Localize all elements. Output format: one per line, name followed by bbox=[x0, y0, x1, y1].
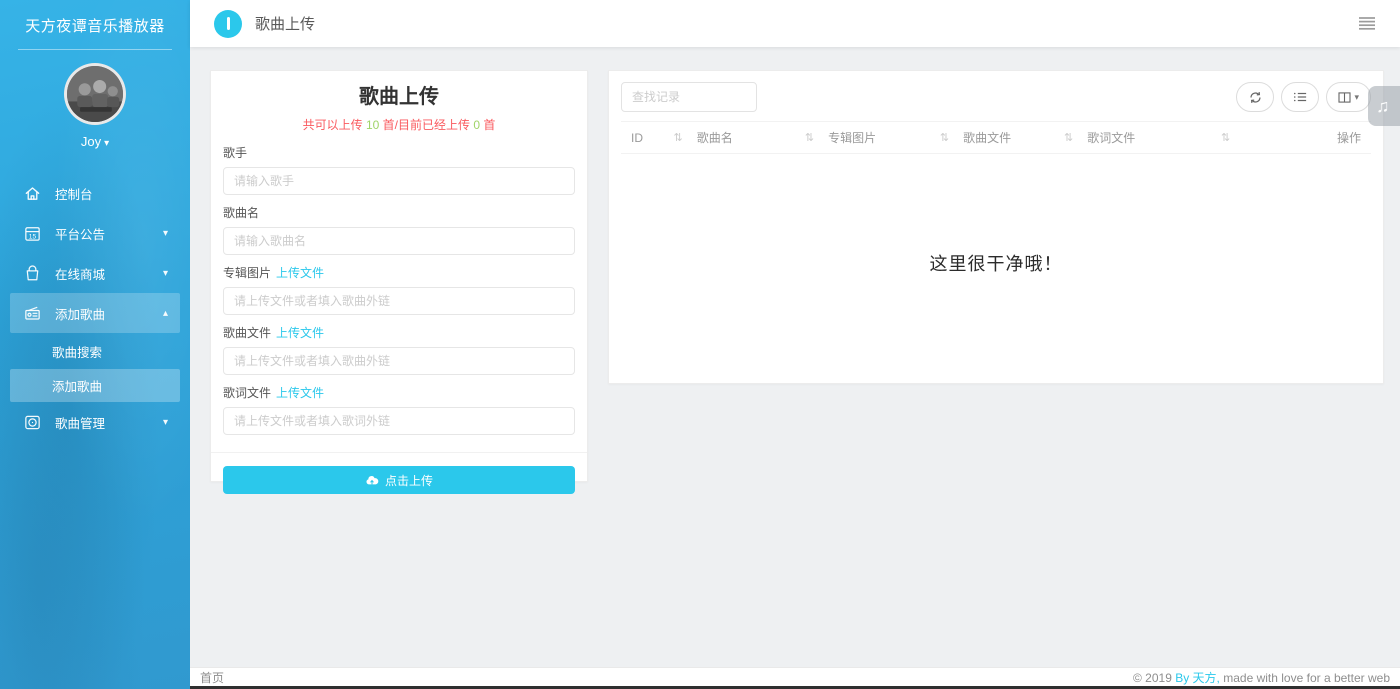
sort-icon: ⇅ bbox=[673, 131, 682, 144]
caret-down-icon: ▾ bbox=[163, 228, 168, 239]
avatar-image bbox=[67, 66, 123, 122]
refresh-button[interactable] bbox=[1236, 82, 1274, 112]
column-header-id[interactable]: ID⇅ bbox=[631, 129, 697, 146]
sort-icon: ⇅ bbox=[805, 131, 814, 144]
lyrics-file-input[interactable] bbox=[223, 407, 575, 435]
column-header-album-image[interactable]: 专辑图片⇅ bbox=[828, 129, 963, 146]
column-header-actions: 操作 bbox=[1244, 129, 1361, 146]
page-title: 歌曲上传 bbox=[255, 13, 1354, 34]
field-song-name: 歌曲名 bbox=[223, 206, 575, 255]
sidebar-nav: 控制台 15 平台公告 ▾ 在线商城 bbox=[0, 173, 190, 442]
refresh-icon bbox=[1249, 91, 1262, 104]
column-header-lyrics-file[interactable]: 歌词文件⇅ bbox=[1087, 129, 1244, 146]
field-label: 歌手 bbox=[223, 146, 247, 160]
home-icon bbox=[22, 183, 42, 203]
song-name-input[interactable] bbox=[223, 227, 575, 255]
sidebar-toggle-button[interactable] bbox=[214, 10, 242, 38]
upload-quota-text: 共可以上传 10 首/目前已经上传 0 首 bbox=[223, 116, 575, 133]
table-header-row: ID⇅ 歌曲名⇅ 专辑图片⇅ 歌曲文件⇅ 歌词文件⇅ 操作 bbox=[621, 121, 1371, 154]
sort-icon: ⇅ bbox=[940, 131, 949, 144]
sidebar-item-label: 平台公告 bbox=[55, 224, 163, 243]
field-label: 歌曲名 bbox=[223, 206, 259, 220]
empty-state-text: 这里很干净哦！ bbox=[621, 154, 1371, 372]
main-area: 歌曲上传 歌曲上传 共可以上传 10 首/目前已经上传 0 首 歌手 bbox=[190, 0, 1400, 689]
list-icon bbox=[1293, 91, 1307, 103]
song-file-input[interactable] bbox=[223, 347, 575, 375]
column-header-song-file[interactable]: 歌曲文件⇅ bbox=[963, 129, 1087, 146]
toggle-view-button[interactable] bbox=[1281, 82, 1319, 112]
form-divider bbox=[211, 452, 587, 453]
topbar-menu-button[interactable] bbox=[1354, 12, 1380, 35]
singer-input[interactable] bbox=[223, 167, 575, 195]
sidebar-item-label: 控制台 bbox=[55, 184, 168, 203]
sort-icon: ⇅ bbox=[1064, 131, 1073, 144]
upload-file-link[interactable]: 上传文件 bbox=[276, 326, 324, 340]
footer-author-link[interactable]: By 天方, bbox=[1175, 671, 1220, 685]
mini-player-toggle[interactable]: ♫ bbox=[1368, 86, 1400, 126]
svg-text:15: 15 bbox=[28, 233, 36, 240]
shop-bag-icon bbox=[22, 263, 42, 283]
topbar: 歌曲上传 bbox=[190, 0, 1400, 47]
sidebar-item-add-songs[interactable]: 添加歌曲 ▴ bbox=[10, 293, 180, 333]
caret-down-icon: ▾ bbox=[163, 268, 168, 279]
content-area: 歌曲上传 共可以上传 10 首/目前已经上传 0 首 歌手 歌曲名 专辑图片 上… bbox=[190, 47, 1400, 667]
columns-button[interactable]: ▾ bbox=[1326, 82, 1371, 112]
search-input[interactable] bbox=[621, 82, 757, 112]
field-lyrics-file: 歌词文件 上传文件 bbox=[223, 386, 575, 435]
sidebar-item-song-management[interactable]: 歌曲管理 ▾ bbox=[10, 402, 180, 442]
sidebar-item-announcements[interactable]: 15 平台公告 ▾ bbox=[10, 213, 180, 253]
column-header-song-name[interactable]: 歌曲名⇅ bbox=[697, 129, 828, 146]
table-toolbar: ▾ bbox=[621, 82, 1371, 112]
cloud-upload-icon bbox=[365, 475, 379, 486]
user-name: Joy bbox=[81, 134, 101, 149]
footer-home-link[interactable]: 首页 bbox=[200, 669, 224, 686]
upload-file-link[interactable]: 上传文件 bbox=[276, 266, 324, 280]
upload-submit-button[interactable]: 点击上传 bbox=[223, 466, 575, 494]
sidebar-divider bbox=[18, 49, 172, 50]
upload-form-card: 歌曲上传 共可以上传 10 首/目前已经上传 0 首 歌手 歌曲名 专辑图片 上… bbox=[210, 70, 588, 482]
caret-down-icon: ▾ bbox=[163, 417, 168, 428]
user-caret-icon: ▾ bbox=[104, 138, 109, 149]
footer: 首页 © 2019 By 天方, made with love for a be… bbox=[190, 667, 1400, 686]
field-singer: 歌手 bbox=[223, 146, 575, 195]
sidebar-item-label: 在线商城 bbox=[55, 264, 163, 283]
upload-file-link[interactable]: 上传文件 bbox=[276, 386, 324, 400]
field-album-image: 专辑图片 上传文件 bbox=[223, 266, 575, 315]
app-window: 天方夜谭音乐播放器 Joy▾ bbox=[0, 0, 1400, 689]
sidebar-item-console[interactable]: 控制台 bbox=[10, 173, 180, 213]
footer-copyright: © 2019 By 天方, made with love for a bette… bbox=[1133, 669, 1390, 686]
music-note-icon: ♫ bbox=[1376, 96, 1390, 117]
disc-icon bbox=[22, 412, 42, 432]
sidebar-item-label: 添加歌曲 bbox=[55, 304, 163, 323]
field-label: 专辑图片 bbox=[223, 266, 271, 280]
sidebar-item-label: 歌曲管理 bbox=[55, 413, 163, 432]
caret-up-icon: ▴ bbox=[163, 308, 168, 319]
sidebar: 天方夜谭音乐播放器 Joy▾ bbox=[0, 0, 190, 689]
calendar-icon: 15 bbox=[22, 223, 42, 243]
sidebar-subitem-add-song[interactable]: 添加歌曲 bbox=[10, 369, 180, 402]
sidebar-subitem-song-search[interactable]: 歌曲搜索 bbox=[10, 333, 180, 369]
quota-total: 10 bbox=[366, 118, 379, 132]
sidebar-item-mall[interactable]: 在线商城 ▾ bbox=[10, 253, 180, 293]
sidebar-subitem-label: 歌曲搜索 bbox=[52, 342, 102, 361]
avatar[interactable] bbox=[64, 63, 126, 125]
sidebar-subitem-label: 添加歌曲 bbox=[52, 376, 102, 395]
columns-icon bbox=[1338, 92, 1351, 103]
app-title: 天方夜谭音乐播放器 bbox=[0, 0, 190, 49]
hamburger-icon bbox=[1358, 16, 1376, 31]
field-label: 歌曲文件 bbox=[223, 326, 271, 340]
field-song-file: 歌曲文件 上传文件 bbox=[223, 326, 575, 375]
radio-icon bbox=[22, 303, 42, 323]
caret-down-icon: ▾ bbox=[1354, 92, 1359, 103]
records-table-card: ▾ ID⇅ 歌曲名⇅ 专辑图片⇅ 歌曲文件⇅ bbox=[608, 70, 1384, 384]
field-label: 歌词文件 bbox=[223, 386, 271, 400]
user-menu[interactable]: Joy▾ bbox=[0, 134, 190, 149]
sort-icon: ⇅ bbox=[1221, 131, 1230, 144]
album-image-input[interactable] bbox=[223, 287, 575, 315]
toggle-bar-icon bbox=[227, 17, 230, 30]
form-title: 歌曲上传 bbox=[223, 85, 575, 109]
